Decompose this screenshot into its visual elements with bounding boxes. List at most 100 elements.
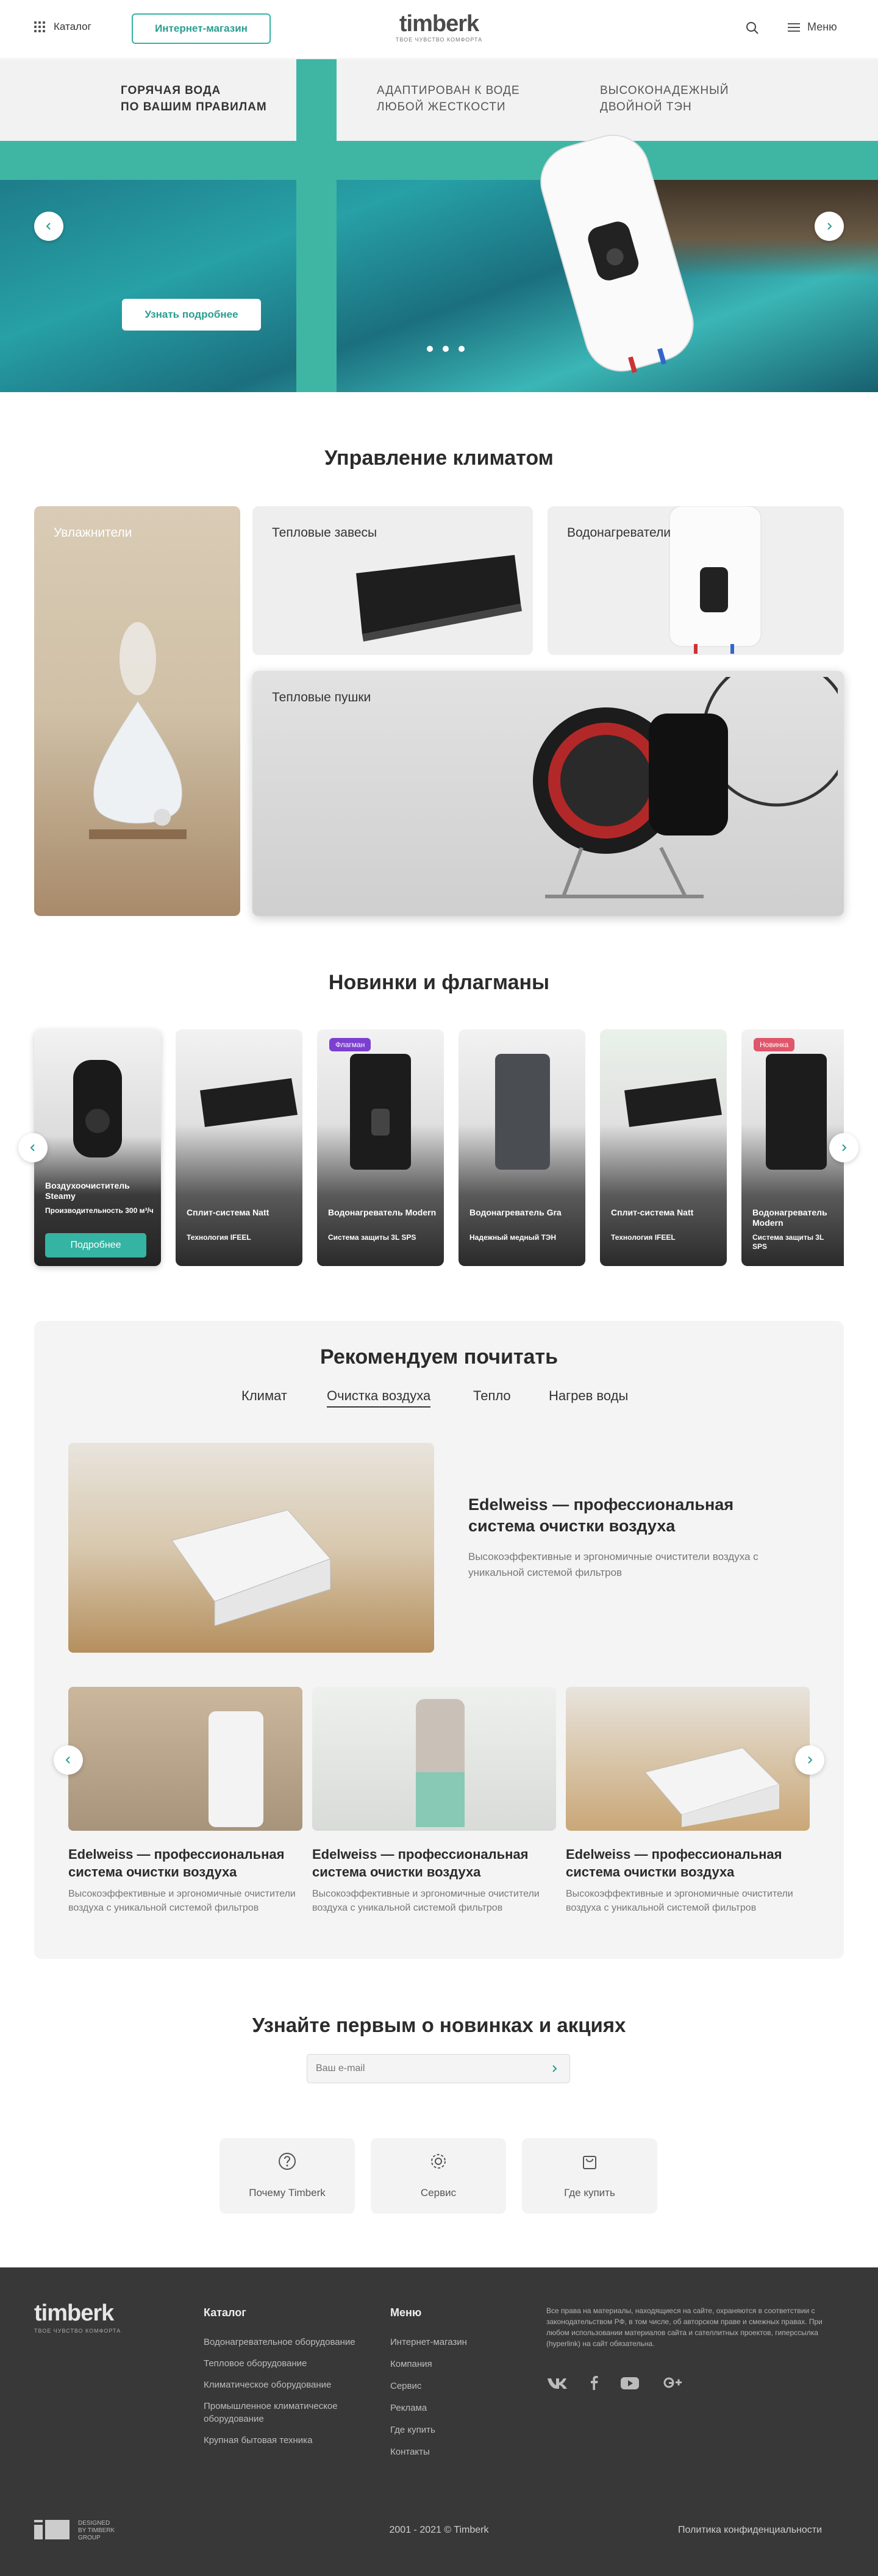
logo-tagline: ТВОЕ ЧУВСТВО КОМФОРТА: [395, 37, 483, 43]
menu-label: Меню: [807, 21, 837, 33]
article-card[interactable]: Edelweiss — профессиональная система очи…: [566, 1845, 800, 1915]
tab-heat[interactable]: Тепло: [473, 1388, 511, 1404]
chevron-left-icon: [65, 1756, 70, 1764]
product-card[interactable]: Флагман Водонагреватель Modern Система з…: [317, 1029, 444, 1266]
footer-menu-link[interactable]: Контакты: [390, 2445, 524, 2458]
article-card[interactable]: Edelweiss — профессиональная система очи…: [312, 1845, 546, 1915]
article-image[interactable]: [312, 1687, 556, 1831]
products-prev-button[interactable]: [18, 1133, 48, 1162]
footer-catalog-link[interactable]: Водонагревательное оборудование: [204, 2336, 362, 2349]
water-heater-image: [669, 506, 762, 654]
online-shop-button[interactable]: Интернет-магазин: [132, 13, 271, 44]
logo-wordmark: timberk: [399, 11, 479, 37]
category-label: Тепловые завесы: [272, 526, 377, 540]
bag-icon: [583, 2156, 596, 2169]
products-next-button[interactable]: [829, 1133, 858, 1162]
catalog-button[interactable]: Каталог: [34, 21, 91, 33]
footer-logo-wordmark: timberk: [34, 2300, 114, 2326]
article-desc: Высокоэффективные и эргономичные очистит…: [312, 1889, 540, 1913]
footer-menu-link[interactable]: Где купить: [390, 2424, 524, 2436]
product-card[interactable]: Новинка Водонагреватель Modern Система з…: [741, 1029, 844, 1266]
product-card[interactable]: Сплит-система Natt Технология IFEEL: [600, 1029, 727, 1266]
featured-article-title: Edelweiss — профессиональная система очи…: [468, 1495, 734, 1535]
water-heater-image: [766, 1054, 827, 1170]
category-card-humidifiers[interactable]: Увлажнители: [34, 506, 240, 916]
humidifier-image: [89, 622, 187, 839]
footer-menu-link[interactable]: Сервис: [390, 2380, 524, 2392]
hero-dot[interactable]: [459, 346, 465, 352]
site-logo[interactable]: timberk ТВОЕ ЧУВСТВО КОМФОРТА: [378, 12, 500, 43]
tab-air-purification[interactable]: Очистка воздуха: [327, 1388, 431, 1408]
footer-menu-title: Меню: [390, 2306, 422, 2319]
menu-button[interactable]: Меню: [788, 21, 837, 34]
articles-prev-button[interactable]: [54, 1745, 83, 1775]
hero-prev-button[interactable]: [34, 212, 63, 241]
product-card[interactable]: Воздухоочиститель Steamy Производительно…: [34, 1029, 161, 1266]
split-system-image: [624, 1078, 722, 1127]
featured-article-image[interactable]: [68, 1443, 434, 1653]
search-icon[interactable]: [745, 21, 760, 35]
hamburger-icon: [788, 23, 800, 32]
subscribe-title: Узнайте первым о новинках и акциях: [252, 2014, 626, 2036]
air-purifier-image: [73, 1060, 122, 1157]
product-badge: Новинка: [754, 1038, 795, 1051]
water-heater-image: [350, 1054, 411, 1170]
product-details-button[interactable]: Подробнее: [45, 1233, 146, 1258]
hero-banner: ГОРЯЧАЯ ВОДА ПО ВАШИМ ПРАВИЛАМ АДАПТИРОВ…: [0, 59, 878, 392]
article-card[interactable]: Edelweiss — профессиональная система очи…: [68, 1845, 302, 1915]
footer-menu-link[interactable]: Реклама: [390, 2402, 524, 2414]
hero-dot[interactable]: [427, 346, 433, 352]
water-heater-image: [540, 134, 694, 373]
footer-logo[interactable]: timberk ТВОЕ ЧУВСТВО КОМФОРТА: [34, 2300, 121, 2334]
service-label: Сервис: [420, 2187, 457, 2199]
product-card[interactable]: Сплит-система Natt Технология IFEEL: [176, 1029, 302, 1266]
site-footer: timberk ТВОЕ ЧУВСТВО КОМФОРТА Каталог Во…: [0, 2267, 878, 2576]
hero-accent-band: [0, 141, 878, 180]
service-tile-where-to-buy[interactable]: Где купить: [522, 2138, 657, 2214]
articles-next-button[interactable]: [795, 1745, 824, 1775]
product-badge: Флагман: [329, 1038, 371, 1051]
product-name: Водонагреватель Modern: [328, 1208, 437, 1217]
footer-catalog-link[interactable]: Климатическое оборудование: [204, 2378, 362, 2391]
email-input[interactable]: [307, 2055, 539, 2083]
tab-climate[interactable]: Климат: [241, 1388, 287, 1404]
air-purifier-image: [645, 1747, 779, 1827]
youtube-icon[interactable]: [619, 2373, 640, 2392]
footer-menu-link[interactable]: Интернет-магазин: [390, 2336, 524, 2349]
service-tile-why-timberk[interactable]: Почему Timberk: [220, 2138, 355, 2214]
footer-catalog-link[interactable]: Промышленное климатическое оборудование: [204, 2400, 362, 2425]
footer-menu-link[interactable]: Компания: [390, 2358, 524, 2370]
footer-catalog-link[interactable]: Тепловое оборудование: [204, 2357, 362, 2370]
article-image[interactable]: [566, 1687, 810, 1831]
category-card-water-heaters[interactable]: Водонагреватели: [548, 506, 844, 655]
google-plus-icon[interactable]: [662, 2373, 683, 2392]
hero-dot[interactable]: [443, 346, 449, 352]
chevron-right-icon: [827, 223, 832, 230]
category-card-air-curtains[interactable]: Тепловые завесы: [252, 506, 533, 655]
facebook-icon[interactable]: [588, 2373, 600, 2392]
article-title: Edelweiss — профессиональная система очи…: [68, 1847, 285, 1880]
footer-catalog-link[interactable]: Крупная бытовая техника: [204, 2434, 362, 2447]
product-spec: Система защиты 3L SPS: [752, 1233, 824, 1251]
tab-water-heating[interactable]: Нагрев воды: [549, 1388, 628, 1404]
privacy-policy-link[interactable]: Политика конфиденциальности: [678, 2525, 822, 2536]
hero-learn-more-button[interactable]: Узнать подробнее: [122, 299, 261, 331]
chevron-right-icon[interactable]: [550, 2064, 559, 2073]
water-heater-image: [495, 1054, 550, 1170]
featured-article[interactable]: Edelweiss — профессиональная система очи…: [468, 1494, 761, 1581]
service-label: Почему Timberk: [249, 2187, 326, 2199]
footer-logo-tagline: ТВОЕ ЧУВСТВО КОМФОРТА: [34, 2328, 121, 2334]
hero-next-button[interactable]: [815, 212, 844, 241]
product-spec: Система защиты 3L SPS: [328, 1233, 416, 1242]
vk-icon[interactable]: [546, 2373, 569, 2392]
grid-icon: [34, 21, 45, 32]
category-card-heat-guns[interactable]: Тепловые пушки: [252, 671, 844, 916]
article-image[interactable]: [68, 1687, 302, 1831]
category-label: Увлажнители: [54, 526, 132, 540]
footer-catalog-title: Каталог: [204, 2306, 246, 2319]
chevron-left-icon: [30, 1144, 35, 1151]
email-form: [307, 2054, 570, 2083]
service-tile-service[interactable]: Сервис: [371, 2138, 506, 2214]
hero-text-hot-water: ГОРЯЧАЯ ВОДА ПО ВАШИМ ПРАВИЛАМ: [121, 84, 267, 113]
product-card[interactable]: Водонагреватель Gra Надежный медный ТЭН: [459, 1029, 585, 1266]
